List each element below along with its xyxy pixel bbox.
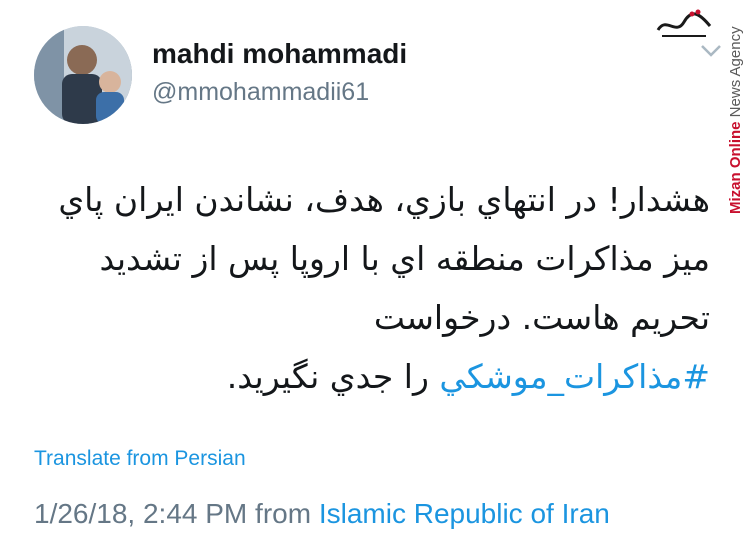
- user-name[interactable]: mahdi mohammadi: [152, 38, 407, 70]
- chevron-down-icon[interactable]: [700, 44, 722, 58]
- watermark-text: Mizan Online News Agency: [727, 4, 744, 214]
- user-handle[interactable]: @mmohammadii61: [152, 78, 369, 107]
- tweet-meta: 1/26/18, 2:44 PM from Islamic Republic o…: [34, 498, 610, 530]
- from-label: from: [255, 498, 312, 529]
- tweet-text-before: هشدار! در انتهاي بازي، هدف، نشاندن ايران…: [58, 180, 710, 337]
- tweet-card: mahdi mohammadi @mmohammadii61 Mizan Onl…: [0, 0, 749, 549]
- tweet-text: هشدار! در انتهاي بازي، هدف، نشاندن ايران…: [20, 170, 710, 406]
- watermark-tagline: News Agency: [727, 26, 744, 118]
- watermark-brand: Mizan Online: [727, 121, 744, 214]
- tweet-datetime[interactable]: 1/26/18, 2:44 PM: [34, 498, 247, 529]
- hashtag-link[interactable]: #مذاكرات_موشكي: [439, 357, 710, 396]
- avatar[interactable]: [34, 26, 132, 124]
- tweet-text-after: را جدي نگيريد.: [226, 357, 429, 396]
- translate-link[interactable]: Translate from Persian: [34, 447, 246, 471]
- avatar-photo: [34, 26, 132, 124]
- mizan-logo: [656, 9, 712, 37]
- location-link[interactable]: Islamic Republic of Iran: [319, 498, 610, 529]
